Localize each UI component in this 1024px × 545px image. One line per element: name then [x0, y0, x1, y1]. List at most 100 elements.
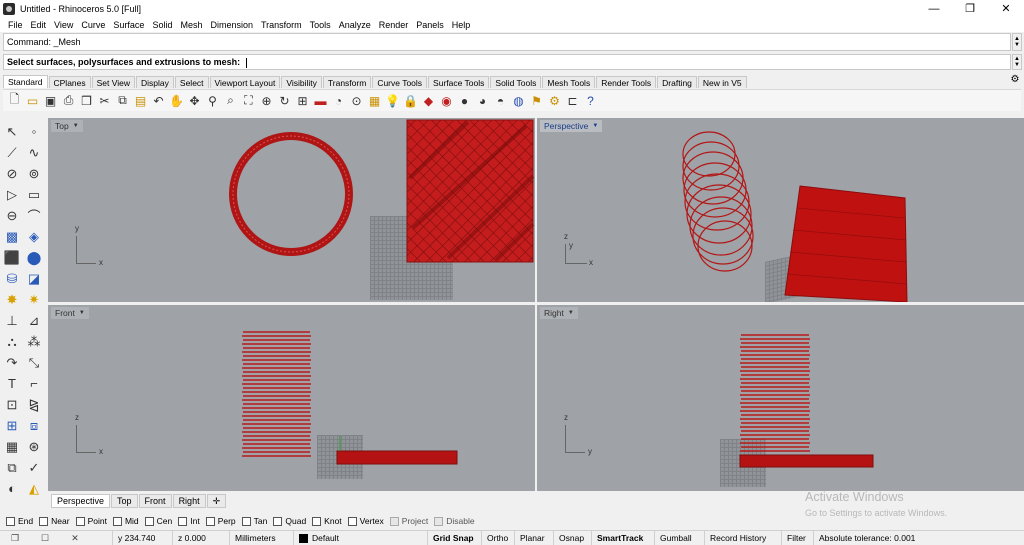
osnap-mid[interactable]: Mid [112, 516, 139, 526]
ghosted-icon[interactable]: ◓ [493, 93, 508, 109]
tab-transform[interactable]: Transform [322, 76, 372, 88]
mirror-icon[interactable]: ⧎ [24, 395, 44, 414]
osnap-point[interactable]: Point [75, 516, 107, 526]
text-icon[interactable]: T [2, 374, 22, 393]
checkbox[interactable] [39, 516, 49, 526]
tab-perspective[interactable]: Perspective [51, 494, 111, 508]
zoom-extents-icon[interactable]: ⛶ [241, 93, 256, 109]
tab-mesh-tools[interactable]: Mesh Tools [542, 76, 596, 88]
maximize-button[interactable]: ❐ [952, 0, 988, 17]
checkbox[interactable] [241, 516, 251, 526]
new-file-icon[interactable]: 🗋 [7, 92, 22, 109]
smarttrack-toggle[interactable]: SmartTrack [591, 530, 654, 545]
arc-icon[interactable]: ▷ [2, 185, 22, 204]
menu-dimension[interactable]: Dimension [206, 20, 257, 30]
menu-surface[interactable]: Surface [109, 20, 148, 30]
rectangle-icon[interactable]: ▭ [24, 185, 44, 204]
polygon-icon[interactable]: ⊖ [2, 206, 22, 225]
join-icon[interactable]: ⛬ [2, 332, 22, 351]
transform-icon[interactable]: ⊡ [2, 395, 22, 414]
trim-icon[interactable]: ⊥ [2, 311, 22, 330]
menu-help[interactable]: Help [448, 20, 475, 30]
group-icon[interactable]: ⁂ [24, 332, 44, 351]
planar-toggle[interactable]: Planar [514, 530, 553, 545]
material-icon[interactable]: ◉ [439, 93, 454, 109]
split-icon[interactable]: ⊿ [24, 311, 44, 330]
align-icon[interactable]: ⧈ [24, 416, 44, 435]
viewport-top[interactable]: Top ▼ y x [48, 118, 535, 302]
move-icon[interactable]: ✥ [187, 93, 202, 109]
loft-icon[interactable]: ◈ [24, 227, 44, 246]
osnap-cen[interactable]: Cen [144, 516, 172, 526]
menu-solid[interactable]: Solid [148, 20, 176, 30]
grid-settings-icon[interactable]: ⚑ [529, 93, 544, 109]
grid-snap-toggle[interactable]: Grid Snap [427, 530, 481, 545]
command-prompt[interactable]: Select surfaces, polysurfaces and extrus… [3, 54, 1011, 70]
rotate-view-icon[interactable]: ↻ [277, 93, 292, 109]
menu-analyze[interactable]: Analyze [335, 20, 375, 30]
paste-icon[interactable]: ▤ [133, 93, 148, 109]
osnap-vertex[interactable]: Vertex [347, 516, 384, 526]
layer-selector[interactable]: Default [293, 530, 427, 545]
viewport-front[interactable]: Front ▼ z x [48, 305, 535, 491]
checkbox[interactable] [312, 516, 322, 526]
maximize-icon[interactable]: ☐ [30, 533, 60, 544]
color-icon[interactable]: ◆ [421, 93, 436, 109]
rendered-icon[interactable]: ◕ [475, 93, 490, 109]
grid-array-icon[interactable]: ▦ [2, 437, 22, 456]
scale-icon[interactable]: ⤡ [24, 353, 44, 372]
tab-select[interactable]: Select [174, 76, 209, 88]
tab-front[interactable]: Front [138, 494, 172, 508]
block-icon[interactable]: ⧉ [2, 458, 22, 477]
save-icon[interactable]: ▣ [43, 93, 58, 109]
osnap-perp[interactable]: Perp [205, 516, 236, 526]
tab-standard[interactable]: Standard [3, 75, 48, 88]
fillet-icon[interactable]: ⌒ [24, 206, 44, 225]
menu-transform[interactable]: Transform [257, 20, 306, 30]
ortho-toggle[interactable]: Ortho [481, 530, 514, 545]
tab-solid-tools[interactable]: Solid Tools [490, 76, 542, 88]
render-icon[interactable]: ◍ [511, 93, 526, 109]
restore-icon[interactable]: ❐ [0, 533, 30, 544]
osnap-int[interactable]: Int [178, 516, 200, 526]
orient-icon[interactable]: ◐ [2, 479, 22, 498]
close-icon[interactable]: ✕ [60, 533, 90, 544]
tab-cplanes[interactable]: CPlanes [48, 76, 91, 88]
sphere-icon[interactable]: ⬤ [24, 248, 44, 267]
tab-render-tools[interactable]: Render Tools [596, 76, 657, 88]
checkbox[interactable] [389, 516, 399, 526]
viewport-perspective[interactable]: Perspective ▼ z y x [537, 118, 1024, 302]
osnap-project[interactable]: Project [389, 516, 428, 526]
circle-icon[interactable]: ⊘ [2, 164, 22, 183]
menu-curve[interactable]: Curve [77, 20, 109, 30]
undo-icon[interactable]: ↶ [151, 93, 166, 109]
shade-icon[interactable]: ● [457, 93, 472, 109]
polyline-icon[interactable]: ⟋ [2, 143, 22, 162]
tab-set-view[interactable]: Set View [91, 76, 136, 88]
menu-render[interactable]: Render [375, 20, 413, 30]
close-button[interactable]: ✕ [988, 0, 1024, 17]
menu-file[interactable]: File [4, 20, 27, 30]
checkbox[interactable] [347, 516, 357, 526]
minimize-button[interactable]: — [916, 0, 952, 17]
units-selector[interactable]: Millimeters [229, 530, 293, 545]
menu-mesh[interactable]: Mesh [176, 20, 206, 30]
tab-drafting[interactable]: Drafting [657, 76, 697, 88]
rotate-icon[interactable]: ↷ [2, 353, 22, 372]
mesh-plane-icon[interactable]: ◪ [24, 269, 44, 288]
menu-view[interactable]: View [50, 20, 77, 30]
zoom-selected-icon[interactable]: ⊕ [259, 93, 274, 109]
tab-viewport-layout[interactable]: Viewport Layout [209, 76, 281, 88]
zoom-icon[interactable]: ⚲ [205, 93, 220, 109]
explode-icon[interactable]: ✷ [24, 290, 44, 309]
render-tool-icon[interactable]: ◭ [24, 479, 44, 498]
help-icon[interactable]: ? [583, 93, 598, 109]
analyze-icon[interactable]: ⊛ [24, 437, 44, 456]
print-icon[interactable]: ⎙ [61, 93, 76, 109]
tab-display[interactable]: Display [136, 76, 174, 88]
osnap-end[interactable]: End [6, 516, 33, 526]
show-object-icon[interactable]: ◔ [331, 93, 346, 109]
tab-top[interactable]: Top [111, 494, 138, 508]
osnap-knot[interactable]: Knot [312, 516, 342, 526]
options-icon[interactable]: ⚙ [547, 93, 562, 109]
